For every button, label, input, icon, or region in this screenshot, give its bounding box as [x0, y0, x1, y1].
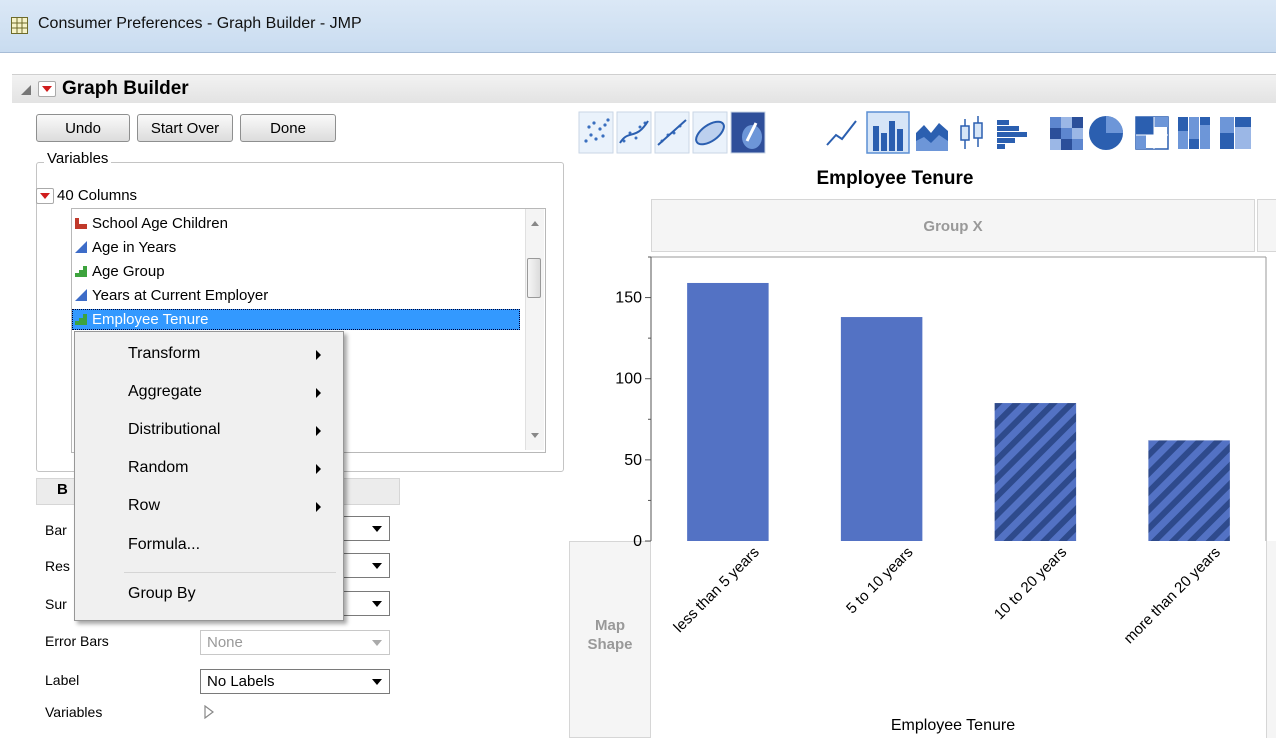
- expand-arrow-icon[interactable]: [203, 705, 215, 719]
- chevron-down-icon: [372, 601, 382, 607]
- x-axis-title: Employee Tenure: [891, 717, 1015, 734]
- window-title: Consumer Preferences - Graph Builder - J…: [38, 15, 362, 32]
- columns-red-triangle-icon[interactable]: [36, 188, 54, 204]
- mosaic-icon[interactable]: [1176, 111, 1212, 154]
- graph-builder-header: [12, 74, 1276, 103]
- column-item-selected[interactable]: Employee Tenure: [74, 310, 208, 330]
- column-item[interactable]: School Age Children: [74, 214, 228, 234]
- error-bars-select: None: [200, 630, 390, 655]
- error-bars-value: None: [207, 634, 243, 651]
- x-tick-label: less than 5 years: [670, 544, 762, 636]
- points-icon[interactable]: [578, 111, 614, 154]
- scroll-up-icon[interactable]: [531, 221, 539, 226]
- area-icon[interactable]: [914, 111, 950, 154]
- column-item[interactable]: Age Group: [74, 262, 165, 282]
- group-x-drop-zone[interactable]: Group X: [651, 199, 1255, 252]
- column-label: Age in Years: [92, 239, 177, 256]
- variables-prop-label: Variables: [45, 704, 103, 720]
- nominal-icon: [75, 218, 87, 229]
- chevron-down-icon: [372, 640, 382, 646]
- submenu-arrow-icon: [316, 350, 321, 360]
- done-button[interactable]: Done: [240, 114, 336, 142]
- column-label: School Age Children: [92, 215, 228, 232]
- x-axis: less than 5 years 5 to 10 years 10 to 20 y…: [670, 544, 1223, 647]
- undo-button[interactable]: Undo: [36, 114, 130, 142]
- x-tick-label: 10 to 20 years: [991, 544, 1070, 623]
- label-select[interactable]: No Labels: [200, 669, 390, 694]
- submenu-arrow-icon: [316, 464, 321, 474]
- treemap-icon[interactable]: [1134, 111, 1170, 154]
- scroll-down-icon[interactable]: [531, 433, 539, 438]
- contour-icon[interactable]: [730, 111, 766, 154]
- bar[interactable]: [840, 317, 923, 541]
- error-bars-label: Error Bars: [45, 633, 109, 649]
- menu-item-random[interactable]: Random: [128, 459, 188, 477]
- column-item[interactable]: Years at Current Employer: [74, 286, 268, 306]
- ordinal-icon: [75, 266, 87, 277]
- bar-chart[interactable]: 0 50 100 150 less than 5 years 5 to 10 years…: [580, 250, 1276, 738]
- wrap-drop-zone[interactable]: [1257, 199, 1276, 252]
- summary-label: Sur: [45, 596, 67, 612]
- line-icon[interactable]: [824, 111, 860, 154]
- menu-item-distributional[interactable]: Distributional: [128, 421, 220, 439]
- x-tick-label: more than 20 years: [1121, 544, 1224, 647]
- red-triangle-menu-icon[interactable]: [38, 81, 56, 97]
- column-label: Age Group: [92, 263, 165, 280]
- line-of-fit-icon[interactable]: [654, 111, 690, 154]
- chevron-down-icon: [372, 526, 382, 532]
- bar-icon[interactable]: [866, 111, 910, 154]
- bars: [687, 282, 1230, 541]
- menu-item-transform[interactable]: Transform: [128, 345, 200, 363]
- columns-count-label: 40 Columns: [57, 187, 138, 204]
- box-plot-icon[interactable]: [956, 111, 992, 154]
- column-label: Employee Tenure: [92, 311, 209, 328]
- y-axis: 0 50 100 150: [615, 256, 652, 550]
- x-tick-label: 5 to 10 years: [843, 544, 916, 617]
- menu-item-row[interactable]: Row: [128, 497, 160, 515]
- label-label: Label: [45, 672, 80, 688]
- start-over-button[interactable]: Start Over: [137, 114, 233, 142]
- graph-builder-title: Graph Builder: [62, 78, 189, 99]
- histogram-icon[interactable]: [994, 111, 1030, 154]
- bar[interactable]: [1148, 440, 1230, 541]
- mosaic-alt-icon[interactable]: [1218, 111, 1254, 154]
- disclosure-icon[interactable]: [21, 85, 31, 95]
- y-tick-label: 50: [624, 452, 642, 469]
- continuous-icon: [75, 289, 87, 301]
- ellipse-icon[interactable]: [692, 111, 728, 154]
- column-list-scrollbar[interactable]: [525, 209, 544, 450]
- y-tick-label: 150: [615, 290, 642, 307]
- menu-item-group-by[interactable]: Group By: [128, 585, 196, 603]
- bar-style-label: Bar: [45, 522, 67, 538]
- y-tick-label: 0: [633, 533, 642, 550]
- submenu-arrow-icon: [316, 502, 321, 512]
- label-value: No Labels: [207, 673, 275, 690]
- menu-separator: [124, 572, 336, 573]
- chevron-down-icon: [372, 563, 382, 569]
- menu-item-formula[interactable]: Formula...: [128, 536, 200, 554]
- chevron-down-icon: [372, 679, 382, 685]
- chart-title: Employee Tenure: [816, 168, 974, 189]
- bar[interactable]: [994, 403, 1077, 541]
- response-label: Res: [45, 558, 70, 574]
- y-tick-label: 100: [615, 371, 642, 388]
- column-label: Years at Current Employer: [92, 287, 269, 304]
- variables-legend: Variables: [44, 150, 112, 167]
- smoother-icon[interactable]: [616, 111, 652, 154]
- column-item[interactable]: Age in Years: [74, 238, 176, 258]
- context-menu: [74, 331, 344, 621]
- bar-panel-title: B: [57, 481, 68, 498]
- pie-icon[interactable]: [1086, 111, 1126, 154]
- submenu-arrow-icon: [316, 388, 321, 398]
- bar[interactable]: [687, 282, 769, 541]
- heatmap-icon[interactable]: [1048, 111, 1084, 154]
- jmp-app-icon: [11, 17, 28, 34]
- scroll-thumb[interactable]: [527, 258, 541, 298]
- continuous-icon: [75, 241, 87, 253]
- ordinal-icon: [75, 314, 87, 325]
- menu-item-aggregate[interactable]: Aggregate: [128, 383, 202, 401]
- submenu-arrow-icon: [316, 426, 321, 436]
